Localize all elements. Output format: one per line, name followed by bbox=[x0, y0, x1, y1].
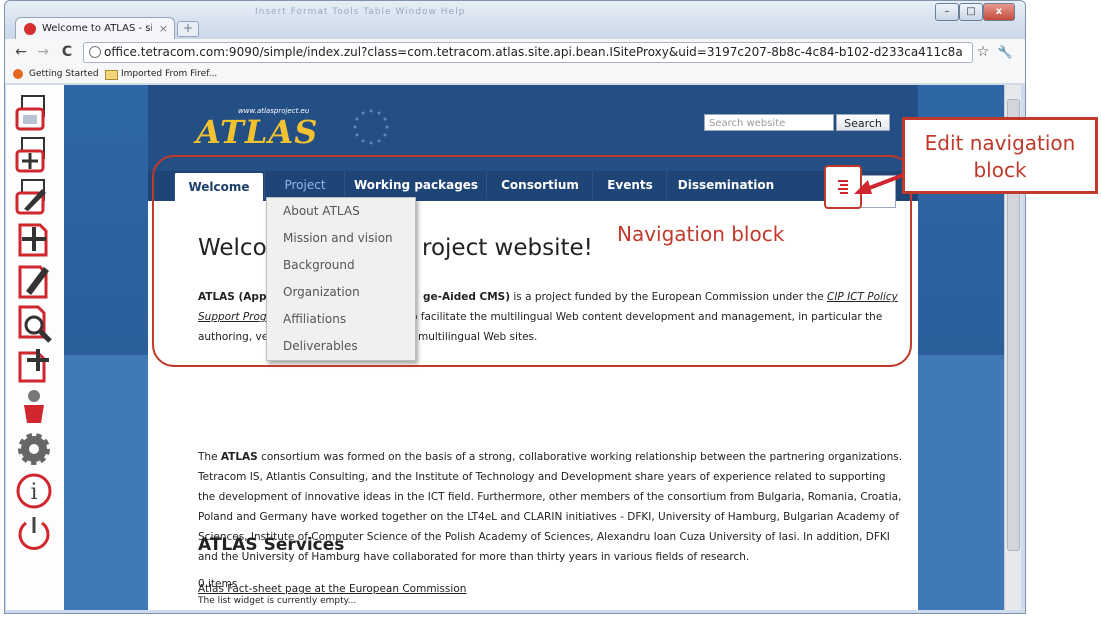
user-icon[interactable] bbox=[14, 387, 54, 427]
preview-icon[interactable] bbox=[14, 303, 54, 343]
logout-icon[interactable] bbox=[14, 513, 54, 553]
consortium-line-1b: consortium was formed on the basis of a … bbox=[257, 451, 903, 463]
address-bar[interactable]: office.tetracom.com:9090/simple/index.zu… bbox=[83, 42, 973, 63]
search-input[interactable]: Search website bbox=[704, 114, 834, 131]
navigation-block-label: Navigation block bbox=[617, 222, 785, 246]
bookmark-star-icon[interactable]: ☆ bbox=[973, 42, 993, 62]
edit-navigation-callout: Edit navigation block bbox=[902, 117, 1098, 194]
eu-stars-icon bbox=[353, 109, 389, 145]
services-heading: ATLAS Services bbox=[198, 535, 345, 555]
callout-line-1: Edit navigation bbox=[924, 131, 1076, 155]
consortium-bold: ATLAS bbox=[220, 451, 258, 463]
consortium-line-3: the development of innovative ideas in t… bbox=[198, 491, 902, 503]
annotation-arrow-icon bbox=[854, 172, 907, 194]
title-bar: Welcome to ATLAS - simpl × + Insert Form… bbox=[5, 1, 1025, 40]
navigation-block-outline bbox=[152, 155, 912, 367]
empty-list-text: The list widget is currently empty... bbox=[198, 596, 357, 606]
tab-title: Welcome to ATLAS - simpl bbox=[42, 23, 152, 34]
add-item-icon[interactable] bbox=[14, 219, 54, 259]
folder-icon bbox=[105, 70, 118, 80]
firefox-icon bbox=[13, 69, 23, 79]
tab-close-icon[interactable]: × bbox=[159, 18, 168, 40]
url-text: office.tetracom.com:9090/simple/index.zu… bbox=[104, 45, 963, 59]
browser-tab[interactable]: Welcome to ATLAS - simpl × bbox=[15, 17, 175, 40]
svg-text:i: i bbox=[30, 480, 37, 505]
atlas-logo[interactable]: www.atlasproject.eu ATLAS bbox=[190, 107, 389, 151]
site-favicon-icon bbox=[24, 23, 36, 35]
callout-line-2: block bbox=[973, 158, 1027, 182]
info-icon[interactable]: i bbox=[14, 471, 54, 511]
settings-icon[interactable] bbox=[14, 429, 54, 469]
factsheet-link[interactable]: Atlas Fact-sheet page at the European Co… bbox=[198, 583, 466, 595]
new-tab-button[interactable]: + bbox=[177, 21, 199, 37]
bookmark-imported[interactable]: Imported From Firef... bbox=[121, 65, 217, 83]
background-menu-text: Insert Format Tools Table Window Help bbox=[255, 7, 466, 17]
bookmarks-bar: Getting Started Imported From Firef... bbox=[5, 65, 1025, 84]
add-page-icon[interactable] bbox=[14, 135, 54, 175]
forward-button[interactable]: → bbox=[33, 42, 53, 62]
consortium-line-4: Poland and Germany have worked together … bbox=[198, 511, 899, 523]
items-count: 0 items bbox=[198, 578, 238, 590]
bookmark-getting-started[interactable]: Getting Started bbox=[29, 65, 99, 83]
edit-page-icon[interactable] bbox=[14, 177, 54, 217]
add-block-icon[interactable] bbox=[14, 345, 54, 385]
browser-toolbar: ← → C office.tetracom.com:9090/simple/in… bbox=[5, 39, 1025, 66]
consortium-line-1a: The bbox=[198, 451, 221, 463]
reload-button[interactable]: C bbox=[57, 42, 77, 62]
cms-toolbar: i bbox=[6, 85, 65, 610]
minimize-button[interactable]: – bbox=[935, 3, 959, 21]
wrench-menu-icon[interactable]: 🔧 bbox=[995, 42, 1015, 62]
edit-item-icon[interactable] bbox=[14, 261, 54, 301]
page-info-icon bbox=[89, 46, 101, 58]
maximize-button[interactable]: □ bbox=[959, 3, 983, 21]
search-button[interactable]: Search bbox=[836, 114, 890, 131]
close-window-button[interactable]: x bbox=[983, 3, 1015, 21]
window-controls: – □ x bbox=[935, 3, 1015, 21]
back-button[interactable]: ← bbox=[11, 42, 31, 62]
logo-text: ATLAS bbox=[196, 113, 319, 151]
consortium-line-2: Tetracom IS, Atlantis Consulting, and th… bbox=[198, 471, 886, 483]
move-page-icon[interactable] bbox=[14, 93, 54, 133]
